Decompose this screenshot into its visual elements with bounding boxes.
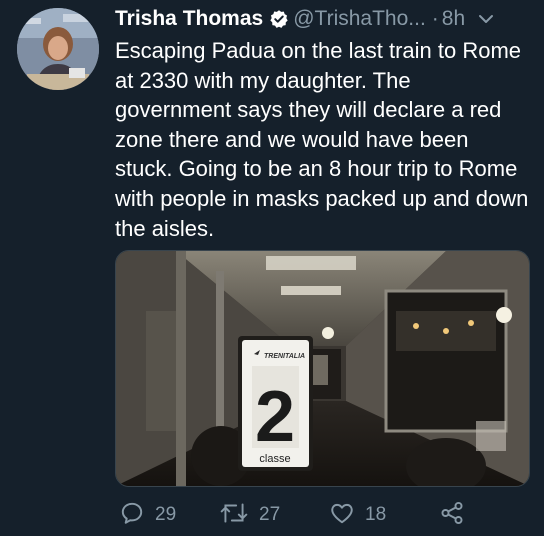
chevron-down-icon[interactable] [477, 10, 495, 28]
share-button[interactable] [439, 498, 465, 532]
retweet-button[interactable]: 27 [219, 498, 280, 532]
like-button[interactable]: 18 [329, 498, 386, 532]
avatar[interactable] [17, 8, 99, 90]
like-count: 18 [365, 504, 387, 525]
reply-count: 29 [155, 504, 177, 525]
sign-number: 2 [255, 377, 295, 457]
tweet-actions: 29 27 18 [115, 498, 535, 532]
tweet-header: Trisha Thomas @TrishaTho... · 8h [115, 4, 535, 34]
separator-dot: · [431, 7, 439, 30]
sign-brand: TRENITALIA [264, 353, 305, 360]
retweet-icon [219, 500, 249, 531]
author-handle[interactable]: @TrishaTho... [293, 7, 426, 31]
tweet-media[interactable]: TRENITALIA 2 classe [115, 250, 530, 487]
tweet-text: Escaping Padua on the last train to Rome… [115, 38, 529, 241]
retweet-count: 27 [259, 504, 281, 525]
verified-badge-icon [269, 9, 289, 29]
avatar-image [17, 8, 99, 90]
heart-icon [329, 500, 355, 531]
timestamp[interactable]: 8h [442, 7, 465, 31]
sign-caption: classe [259, 453, 290, 465]
reply-button[interactable]: 29 [119, 498, 176, 532]
train-photo: TRENITALIA 2 classe [116, 251, 529, 486]
reply-icon [119, 500, 145, 531]
author-name[interactable]: Trisha Thomas [115, 7, 263, 31]
share-icon [439, 500, 465, 531]
